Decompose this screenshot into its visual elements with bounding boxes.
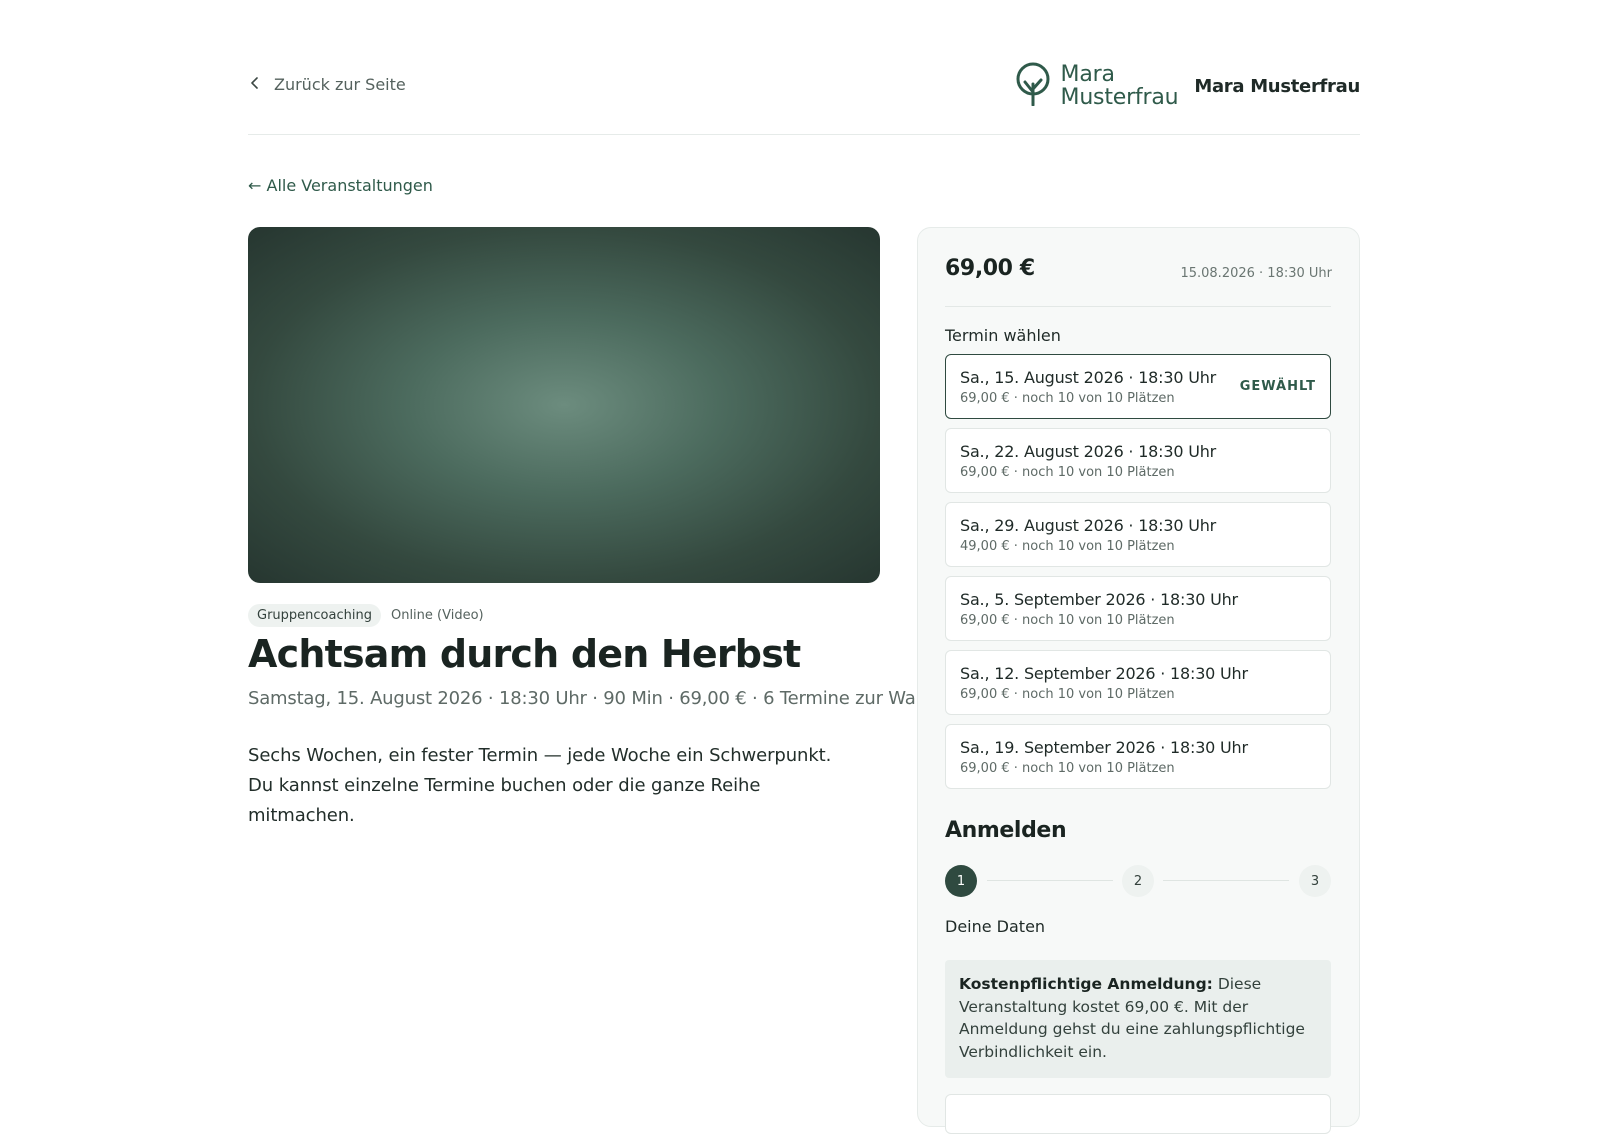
booking-price: 69,00 € xyxy=(945,256,1035,281)
booking-date: 15.08.2026 · 18:30 Uhr xyxy=(1180,266,1332,281)
date-option-title: Sa., 22. August 2026 · 18:30 Uhr xyxy=(960,442,1217,461)
date-option-3[interactable]: Sa., 29. August 2026 · 18:30 Uhr 49,00 €… xyxy=(945,502,1331,567)
date-option-subtitle: 69,00 € · noch 10 von 10 Plätzen xyxy=(960,613,1175,628)
event-tags: Gruppencoaching Online (Video) xyxy=(248,604,484,627)
step-3[interactable]: 3 xyxy=(1299,865,1331,897)
chevron-left-icon xyxy=(248,75,262,94)
register-title: Anmelden xyxy=(945,818,1067,843)
tag-mode: Online (Video) xyxy=(390,608,484,623)
date-option-6[interactable]: Sa., 19. September 2026 · 18:30 Uhr 69,0… xyxy=(945,724,1331,789)
tree-logo-icon xyxy=(1015,62,1051,110)
booking-card: 69,00 € 15.08.2026 · 18:30 Uhr Termin wä… xyxy=(917,227,1360,1134)
header-divider xyxy=(248,134,1360,135)
paid-registration-notice: Kostenpflichtige Anmeldung: Diese Verans… xyxy=(945,960,1331,1078)
step-label: Deine Daten xyxy=(945,917,1046,936)
form-field[interactable] xyxy=(945,1094,1331,1134)
date-option-subtitle: 69,00 € · noch 10 von 10 Plätzen xyxy=(960,761,1175,776)
date-option-5[interactable]: Sa., 12. September 2026 · 18:30 Uhr 69,0… xyxy=(945,650,1331,715)
date-option-title: Sa., 5. September 2026 · 18:30 Uhr xyxy=(960,590,1238,609)
date-option-title: Sa., 15. August 2026 · 18:30 Uhr xyxy=(960,368,1217,387)
date-option-4[interactable]: Sa., 5. September 2026 · 18:30 Uhr 69,00… xyxy=(945,576,1331,641)
date-option-title: Sa., 19. September 2026 · 18:30 Uhr xyxy=(960,738,1248,757)
brand: Mara Musterfrau Mara Musterfrau xyxy=(1015,62,1360,110)
event-meta: Samstag, 15. August 2026 · 18:30 Uhr · 9… xyxy=(248,688,932,709)
choose-date-label: Termin wählen xyxy=(945,326,1061,345)
tag-type: Gruppencoaching xyxy=(248,604,381,627)
date-option-subtitle: 49,00 € · noch 10 von 10 Plätzen xyxy=(960,539,1175,554)
date-option-subtitle: 69,00 € · noch 10 von 10 Plätzen xyxy=(960,465,1175,480)
selected-badge: GEWÄHLT xyxy=(1239,379,1316,394)
step-2[interactable]: 2 xyxy=(1122,865,1154,897)
top-bar: Zurück zur Seite Mara Musterfrau Mara Mu… xyxy=(248,62,1360,114)
brand-name: Mara Musterfrau xyxy=(1194,75,1360,97)
step-1[interactable]: 1 xyxy=(945,865,977,897)
date-option-title: Sa., 12. September 2026 · 18:30 Uhr xyxy=(960,664,1248,683)
event-title: Achtsam durch den Herbst xyxy=(248,632,801,676)
step-connector xyxy=(987,880,1113,881)
registration-stepper: 1 2 3 xyxy=(945,865,1331,897)
card-divider xyxy=(945,306,1331,307)
back-to-page-link[interactable]: Zurück zur Seite xyxy=(248,75,406,94)
date-option-title: Sa., 29. August 2026 · 18:30 Uhr xyxy=(960,516,1217,535)
all-events-link[interactable]: ← Alle Veranstaltungen xyxy=(248,176,433,195)
event-hero-image xyxy=(248,227,880,583)
notice-heading: Kostenpflichtige Anmeldung: xyxy=(959,975,1213,993)
back-label: Zurück zur Seite xyxy=(274,75,406,94)
step-connector xyxy=(1163,880,1289,881)
date-option-subtitle: 69,00 € · noch 10 von 10 Plätzen xyxy=(960,391,1175,406)
event-description: Sechs Wochen, ein fester Termin — jede W… xyxy=(248,745,832,826)
brand-logo[interactable]: Mara Musterfrau xyxy=(1015,62,1179,110)
date-option-2[interactable]: Sa., 22. August 2026 · 18:30 Uhr 69,00 €… xyxy=(945,428,1331,493)
date-option-1[interactable]: Sa., 15. August 2026 · 18:30 Uhr 69,00 €… xyxy=(945,354,1331,419)
date-option-subtitle: 69,00 € · noch 10 von 10 Plätzen xyxy=(960,687,1175,702)
brand-wordmark: Mara Musterfrau xyxy=(1060,62,1179,110)
